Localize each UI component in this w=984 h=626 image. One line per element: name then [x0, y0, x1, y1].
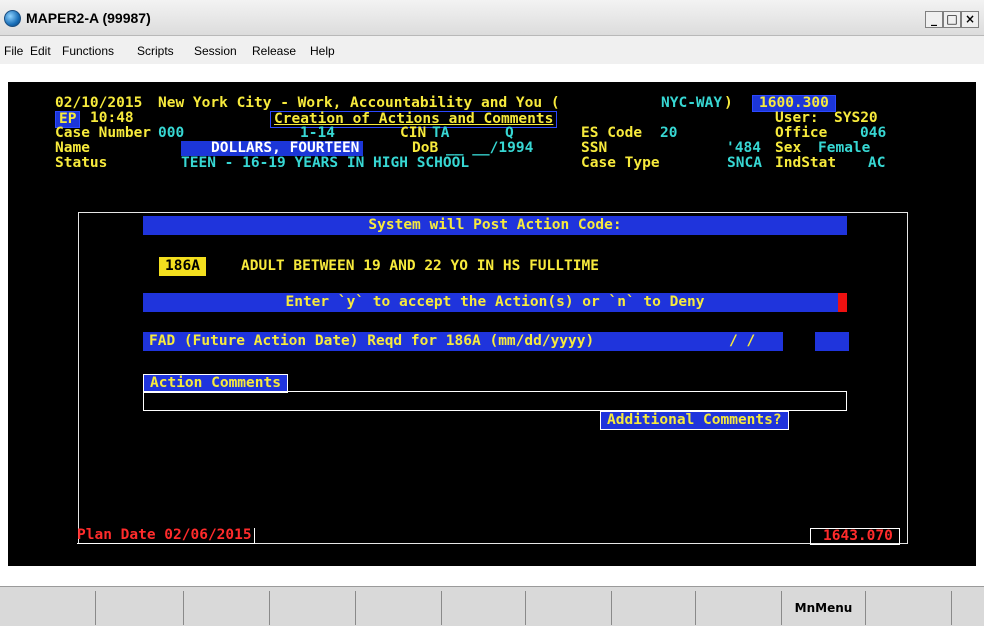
case-number-value: 000	[158, 125, 185, 141]
name-label: Name	[55, 140, 90, 156]
ssn-value: '484	[726, 140, 761, 156]
status-value: TEEN - 16-19 YEARS IN HIGH SCHOOL	[181, 155, 470, 171]
system-title-close: )	[724, 95, 733, 111]
close-button[interactable]: ×	[961, 11, 979, 28]
case-number-suffix: 1-14	[300, 125, 335, 141]
app-icon	[4, 10, 21, 27]
menu-bar: File Edit Functions Scripts Session Rele…	[0, 36, 984, 64]
post-action-title-bar: System will Post Action Code:	[143, 216, 847, 235]
name-value: DOLLARS, FOURTEEN	[181, 141, 364, 156]
fkey-8[interactable]	[612, 591, 696, 625]
terminal-screen[interactable]: 02/10/2015 New York City - Work, Account…	[8, 82, 976, 566]
ssn-label: SSN	[581, 140, 608, 156]
action-comments-input[interactable]	[143, 391, 847, 411]
window-title: MAPER2-A (99987)	[26, 10, 151, 26]
fkey-1[interactable]	[0, 591, 96, 625]
dob-label: DoB	[412, 140, 439, 156]
office-value: 046	[860, 125, 887, 141]
menu-file[interactable]: File	[4, 44, 23, 58]
user-label: User:	[775, 110, 819, 126]
fkey-12[interactable]	[952, 591, 984, 625]
window-titlebar: MAPER2-A (99987) _ □ ×	[0, 0, 984, 36]
indstat-label: IndStat	[775, 155, 837, 171]
fad-date-input[interactable]: / /	[729, 332, 755, 351]
menu-edit[interactable]: Edit	[30, 44, 51, 58]
indstat-value: AC	[868, 155, 886, 171]
header-date: 02/10/2015	[55, 95, 143, 111]
cin-suffix: Q	[505, 125, 514, 141]
action-description: ADULT BETWEEN 19 AND 22 YO IN HS FULLTIM…	[241, 258, 599, 274]
status-label: Status	[55, 155, 108, 171]
fkey-5[interactable]	[356, 591, 442, 625]
accept-deny-bar: Enter `y` to accept the Action(s) or `n`…	[143, 293, 847, 312]
fkey-7[interactable]	[526, 591, 612, 625]
footer-code: 1643.070	[810, 528, 900, 545]
user-value: SYS20	[834, 110, 878, 126]
function-key-bar: MnMenu	[0, 586, 984, 626]
case-type-label: Case Type	[581, 155, 660, 171]
fkey-mnmenu[interactable]: MnMenu	[782, 591, 866, 625]
post-action-title: System will Post Action Code:	[368, 217, 622, 233]
menu-help[interactable]: Help	[310, 44, 335, 58]
es-code-value: 20	[660, 125, 678, 141]
plan-date: Plan Date 02/06/2015	[77, 528, 255, 544]
sex-value: Female	[818, 140, 871, 156]
dob-value: __ __/1994	[446, 140, 534, 156]
fad-bar: FAD (Future Action Date) Reqd for 186A (…	[143, 332, 849, 351]
es-code-label: ES Code	[581, 125, 643, 141]
fkey-2[interactable]	[96, 591, 184, 625]
fad-label: FAD (Future Action Date) Reqd for 186A (…	[149, 333, 595, 349]
fkey-9[interactable]	[696, 591, 782, 625]
maximize-button[interactable]: □	[943, 11, 961, 28]
accept-deny-prompt: Enter `y` to accept the Action(s) or `n`…	[285, 294, 705, 310]
office-label: Office	[775, 125, 828, 141]
menu-session[interactable]: Session	[194, 44, 237, 58]
fkey-6[interactable]	[442, 591, 526, 625]
header-time: 10:48	[90, 110, 134, 126]
sex-label: Sex	[775, 140, 802, 156]
menu-release[interactable]: Release	[252, 44, 296, 58]
fkey-4[interactable]	[270, 591, 356, 625]
nycway-label: NYC-WAY	[661, 95, 723, 111]
accept-deny-input[interactable]	[838, 293, 847, 312]
action-code-badge: 186A	[159, 257, 206, 276]
case-type-value: SNCA	[727, 155, 762, 171]
menu-functions[interactable]: Functions	[62, 44, 114, 58]
minimize-button[interactable]: _	[925, 11, 943, 28]
cin-label: CIN	[400, 125, 427, 141]
case-number-label: Case Number	[55, 125, 152, 141]
cin-value: TA	[432, 125, 450, 141]
fkey-11[interactable]	[866, 591, 952, 625]
fkey-3[interactable]	[184, 591, 270, 625]
additional-comments-label[interactable]: Additional Comments?	[600, 411, 789, 430]
menu-scripts[interactable]: Scripts	[137, 44, 174, 58]
system-title: New York City - Work, Accountability and…	[158, 95, 560, 111]
